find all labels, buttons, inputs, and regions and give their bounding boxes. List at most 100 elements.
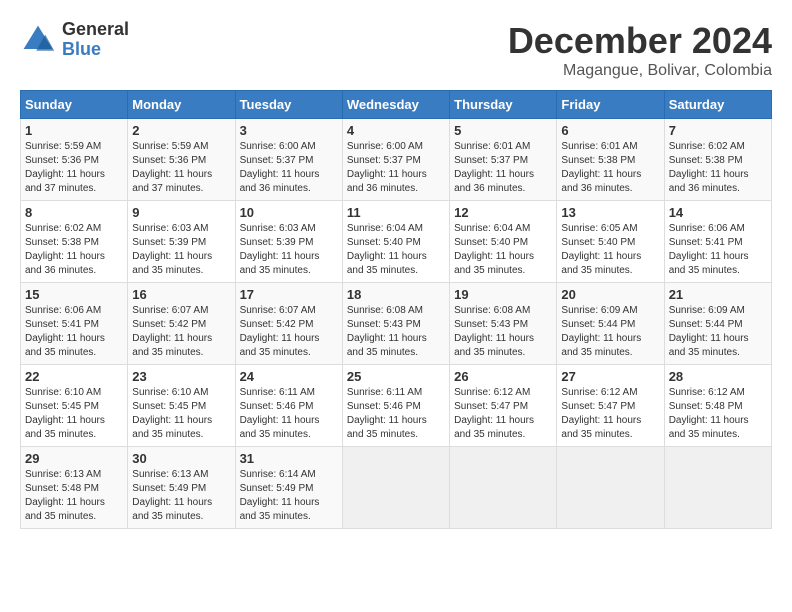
calendar-cell: 11 Sunrise: 6:04 AMSunset: 5:40 PMDaylig… [342, 201, 449, 283]
day-number: 15 [25, 287, 123, 302]
day-content: Sunrise: 6:01 AMSunset: 5:37 PMDaylight:… [454, 140, 552, 196]
calendar-cell: 14 Sunrise: 6:06 AMSunset: 5:41 PMDaylig… [664, 201, 771, 283]
day-number: 23 [132, 369, 230, 384]
calendar-cell: 19 Sunrise: 6:08 AMSunset: 5:43 PMDaylig… [450, 283, 557, 365]
calendar-cell: 7 Sunrise: 6:02 AMSunset: 5:38 PMDayligh… [664, 119, 771, 201]
calendar-body: 1 Sunrise: 5:59 AMSunset: 5:36 PMDayligh… [21, 119, 772, 529]
page-header: General Blue December 2024 Magangue, Bol… [20, 20, 772, 80]
calendar-cell: 25 Sunrise: 6:11 AMSunset: 5:46 PMDaylig… [342, 365, 449, 447]
calendar-table: SundayMondayTuesdayWednesdayThursdayFrid… [20, 90, 772, 529]
calendar-cell: 31 Sunrise: 6:14 AMSunset: 5:49 PMDaylig… [235, 447, 342, 529]
calendar-cell: 21 Sunrise: 6:09 AMSunset: 5:44 PMDaylig… [664, 283, 771, 365]
day-number: 4 [347, 123, 445, 138]
day-content: Sunrise: 6:13 AMSunset: 5:49 PMDaylight:… [132, 468, 230, 524]
day-number: 25 [347, 369, 445, 384]
day-number: 5 [454, 123, 552, 138]
day-number: 21 [669, 287, 767, 302]
day-number: 14 [669, 205, 767, 220]
calendar-cell: 12 Sunrise: 6:04 AMSunset: 5:40 PMDaylig… [450, 201, 557, 283]
day-number: 19 [454, 287, 552, 302]
day-content: Sunrise: 6:05 AMSunset: 5:40 PMDaylight:… [561, 222, 659, 278]
day-content: Sunrise: 6:06 AMSunset: 5:41 PMDaylight:… [669, 222, 767, 278]
day-content: Sunrise: 6:09 AMSunset: 5:44 PMDaylight:… [561, 304, 659, 360]
title-section: December 2024 Magangue, Bolivar, Colombi… [508, 20, 772, 80]
calendar-cell: 27 Sunrise: 6:12 AMSunset: 5:47 PMDaylig… [557, 365, 664, 447]
day-number: 3 [240, 123, 338, 138]
weekday-header: Tuesday [235, 91, 342, 119]
day-number: 24 [240, 369, 338, 384]
day-number: 27 [561, 369, 659, 384]
day-number: 28 [669, 369, 767, 384]
calendar-cell: 30 Sunrise: 6:13 AMSunset: 5:49 PMDaylig… [128, 447, 235, 529]
calendar-row: 1 Sunrise: 5:59 AMSunset: 5:36 PMDayligh… [21, 119, 772, 201]
day-content: Sunrise: 6:11 AMSunset: 5:46 PMDaylight:… [240, 386, 338, 442]
day-number: 29 [25, 451, 123, 466]
day-content: Sunrise: 6:12 AMSunset: 5:48 PMDaylight:… [669, 386, 767, 442]
calendar-cell: 5 Sunrise: 6:01 AMSunset: 5:37 PMDayligh… [450, 119, 557, 201]
day-content: Sunrise: 6:11 AMSunset: 5:46 PMDaylight:… [347, 386, 445, 442]
calendar-header: SundayMondayTuesdayWednesdayThursdayFrid… [21, 91, 772, 119]
day-content: Sunrise: 6:02 AMSunset: 5:38 PMDaylight:… [669, 140, 767, 196]
weekday-header: Saturday [664, 91, 771, 119]
calendar-cell: 17 Sunrise: 6:07 AMSunset: 5:42 PMDaylig… [235, 283, 342, 365]
logo-icon [20, 22, 56, 58]
day-number: 31 [240, 451, 338, 466]
day-number: 11 [347, 205, 445, 220]
day-number: 30 [132, 451, 230, 466]
day-number: 10 [240, 205, 338, 220]
weekday-header: Monday [128, 91, 235, 119]
day-number: 20 [561, 287, 659, 302]
month-title: December 2024 [508, 20, 772, 62]
weekday-header: Thursday [450, 91, 557, 119]
day-number: 12 [454, 205, 552, 220]
day-content: Sunrise: 6:10 AMSunset: 5:45 PMDaylight:… [132, 386, 230, 442]
weekday-header: Sunday [21, 91, 128, 119]
logo-text: General Blue [62, 20, 129, 60]
calendar-cell: 24 Sunrise: 6:11 AMSunset: 5:46 PMDaylig… [235, 365, 342, 447]
calendar-row: 29 Sunrise: 6:13 AMSunset: 5:48 PMDaylig… [21, 447, 772, 529]
day-content: Sunrise: 6:08 AMSunset: 5:43 PMDaylight:… [347, 304, 445, 360]
day-content: Sunrise: 6:07 AMSunset: 5:42 PMDaylight:… [132, 304, 230, 360]
calendar-cell: 28 Sunrise: 6:12 AMSunset: 5:48 PMDaylig… [664, 365, 771, 447]
day-content: Sunrise: 6:00 AMSunset: 5:37 PMDaylight:… [347, 140, 445, 196]
day-content: Sunrise: 6:13 AMSunset: 5:48 PMDaylight:… [25, 468, 123, 524]
calendar-cell: 6 Sunrise: 6:01 AMSunset: 5:38 PMDayligh… [557, 119, 664, 201]
calendar-row: 22 Sunrise: 6:10 AMSunset: 5:45 PMDaylig… [21, 365, 772, 447]
calendar-cell [450, 447, 557, 529]
calendar-cell: 9 Sunrise: 6:03 AMSunset: 5:39 PMDayligh… [128, 201, 235, 283]
day-content: Sunrise: 6:12 AMSunset: 5:47 PMDaylight:… [454, 386, 552, 442]
calendar-cell: 2 Sunrise: 5:59 AMSunset: 5:36 PMDayligh… [128, 119, 235, 201]
calendar-cell: 15 Sunrise: 6:06 AMSunset: 5:41 PMDaylig… [21, 283, 128, 365]
day-number: 18 [347, 287, 445, 302]
calendar-cell: 1 Sunrise: 5:59 AMSunset: 5:36 PMDayligh… [21, 119, 128, 201]
day-content: Sunrise: 6:09 AMSunset: 5:44 PMDaylight:… [669, 304, 767, 360]
calendar-cell: 20 Sunrise: 6:09 AMSunset: 5:44 PMDaylig… [557, 283, 664, 365]
calendar-cell: 13 Sunrise: 6:05 AMSunset: 5:40 PMDaylig… [557, 201, 664, 283]
day-number: 13 [561, 205, 659, 220]
day-content: Sunrise: 6:01 AMSunset: 5:38 PMDaylight:… [561, 140, 659, 196]
day-number: 9 [132, 205, 230, 220]
day-number: 6 [561, 123, 659, 138]
calendar-cell [664, 447, 771, 529]
calendar-cell: 3 Sunrise: 6:00 AMSunset: 5:37 PMDayligh… [235, 119, 342, 201]
day-number: 22 [25, 369, 123, 384]
calendar-cell: 8 Sunrise: 6:02 AMSunset: 5:38 PMDayligh… [21, 201, 128, 283]
day-number: 7 [669, 123, 767, 138]
calendar-cell [557, 447, 664, 529]
calendar-cell: 23 Sunrise: 6:10 AMSunset: 5:45 PMDaylig… [128, 365, 235, 447]
day-content: Sunrise: 5:59 AMSunset: 5:36 PMDaylight:… [132, 140, 230, 196]
day-content: Sunrise: 6:04 AMSunset: 5:40 PMDaylight:… [347, 222, 445, 278]
day-content: Sunrise: 6:10 AMSunset: 5:45 PMDaylight:… [25, 386, 123, 442]
calendar-cell: 26 Sunrise: 6:12 AMSunset: 5:47 PMDaylig… [450, 365, 557, 447]
day-content: Sunrise: 6:04 AMSunset: 5:40 PMDaylight:… [454, 222, 552, 278]
calendar-cell: 4 Sunrise: 6:00 AMSunset: 5:37 PMDayligh… [342, 119, 449, 201]
calendar-cell: 10 Sunrise: 6:03 AMSunset: 5:39 PMDaylig… [235, 201, 342, 283]
calendar-cell: 29 Sunrise: 6:13 AMSunset: 5:48 PMDaylig… [21, 447, 128, 529]
location: Magangue, Bolivar, Colombia [508, 62, 772, 80]
day-number: 8 [25, 205, 123, 220]
weekday-row: SundayMondayTuesdayWednesdayThursdayFrid… [21, 91, 772, 119]
weekday-header: Wednesday [342, 91, 449, 119]
calendar-cell: 18 Sunrise: 6:08 AMSunset: 5:43 PMDaylig… [342, 283, 449, 365]
calendar-cell: 16 Sunrise: 6:07 AMSunset: 5:42 PMDaylig… [128, 283, 235, 365]
day-content: Sunrise: 6:12 AMSunset: 5:47 PMDaylight:… [561, 386, 659, 442]
